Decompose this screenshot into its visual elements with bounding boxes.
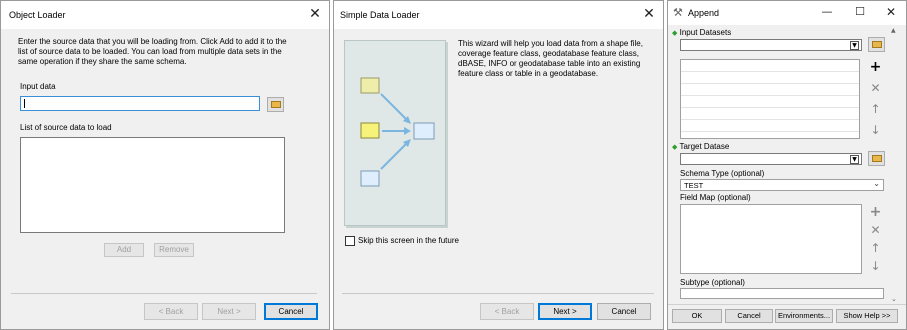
footer-divider	[668, 304, 906, 305]
scroll-up-icon[interactable]: ▲	[891, 27, 896, 34]
move-down-icon[interactable]: ↓	[867, 122, 884, 138]
skip-checkbox[interactable]	[345, 236, 355, 246]
chevron-down-icon[interactable]: ▼	[850, 155, 859, 164]
close-icon[interactable]: ✕	[304, 4, 326, 24]
scroll-down-icon[interactable]: ⌄	[891, 295, 897, 303]
object-loader-window: Object Loader ✕ Enter the source data th…	[0, 0, 330, 330]
input-datasets-list[interactable]	[680, 59, 860, 139]
object-loader-intro: Enter the source data that you will be l…	[18, 37, 287, 66]
skip-label: Skip this screen in the future	[358, 236, 459, 245]
required-icon: ◆	[672, 29, 678, 37]
chevron-down-icon[interactable]: ⌄	[873, 179, 880, 188]
simple-loader-titlebar: Simple Data Loader ✕	[334, 1, 663, 29]
schema-type-label: Schema Type (optional)	[680, 169, 765, 178]
wizard-description: This wizard will help you load data from…	[458, 39, 643, 78]
text-cursor	[24, 99, 25, 108]
open-folder-icon[interactable]	[868, 151, 885, 166]
input-datasets-label-text: Input Datasets	[679, 28, 732, 37]
back-button[interactable]: < Back	[144, 303, 198, 320]
hammer-icon: ⚒	[673, 6, 683, 19]
subtype-label: Subtype (optional)	[680, 278, 745, 287]
cancel-button[interactable]: Cancel	[264, 303, 318, 320]
source-data-list[interactable]	[20, 137, 285, 233]
footer-divider	[11, 293, 317, 294]
ok-button[interactable]: OK	[672, 309, 722, 323]
input-datasets-combo[interactable]: ▼	[680, 39, 862, 51]
add-icon[interactable]: +	[867, 204, 884, 220]
back-button[interactable]: < Back	[480, 303, 534, 320]
delete-icon[interactable]: ✕	[867, 80, 884, 96]
target-dataset-label-text: Target Datase	[679, 142, 730, 151]
simple-loader-title: Simple Data Loader	[340, 10, 420, 20]
append-titlebar: ⚒ Append — ☐ ✕	[668, 1, 906, 25]
add-button[interactable]: Add	[104, 243, 144, 257]
footer-divider	[342, 293, 654, 294]
input-data-field[interactable]	[20, 96, 260, 111]
next-button[interactable]: Next >	[538, 303, 592, 320]
simple-data-loader-window: Simple Data Loader ✕ This wizard will he…	[333, 0, 664, 330]
schema-type-value: TEST	[684, 181, 704, 190]
environments-button[interactable]: Environments...	[775, 309, 833, 323]
data-flow-icon	[360, 77, 435, 187]
target-dataset-label: ◆ Target Datase	[672, 142, 729, 152]
field-map-list[interactable]	[680, 204, 862, 274]
open-folder-icon[interactable]	[267, 97, 284, 112]
wizard-illustration	[344, 40, 446, 226]
schema-type-select[interactable]: TEST ⌄	[680, 179, 884, 191]
close-icon[interactable]: ✕	[880, 2, 902, 22]
move-up-icon[interactable]: ↑	[867, 240, 884, 256]
show-help-button[interactable]: Show Help >>	[836, 309, 898, 323]
move-up-icon[interactable]: ↑	[867, 101, 884, 117]
append-title: Append	[688, 8, 720, 18]
target-dataset-combo[interactable]: ▼	[680, 153, 862, 165]
scrollbar[interactable]: ▲ ⌄	[890, 27, 900, 303]
input-data-label: Input data	[20, 82, 56, 91]
append-window: ⚒ Append — ☐ ✕ ◆ Input Datasets ▼ + ✕ ↑ …	[667, 0, 907, 330]
next-button[interactable]: Next >	[202, 303, 256, 320]
close-icon[interactable]: ✕	[638, 4, 660, 24]
remove-button[interactable]: Remove	[154, 243, 194, 257]
field-map-label: Field Map (optional)	[680, 193, 751, 202]
cancel-button[interactable]: Cancel	[725, 309, 773, 323]
delete-icon[interactable]: ✕	[867, 222, 884, 238]
open-folder-icon[interactable]	[868, 37, 885, 52]
add-icon[interactable]: +	[867, 59, 884, 75]
maximize-icon[interactable]: ☐	[849, 2, 871, 22]
subtype-field[interactable]	[680, 288, 884, 299]
input-datasets-label: ◆ Input Datasets	[672, 28, 731, 38]
move-down-icon[interactable]: ↓	[867, 258, 884, 274]
required-icon: ◆	[672, 143, 678, 151]
minimize-icon[interactable]: —	[816, 2, 838, 22]
object-loader-title: Object Loader	[9, 10, 66, 20]
chevron-down-icon[interactable]: ▼	[850, 41, 859, 50]
cancel-button[interactable]: Cancel	[597, 303, 651, 320]
source-list-label: List of source data to load	[20, 123, 112, 132]
object-loader-titlebar: Object Loader ✕	[1, 1, 329, 29]
